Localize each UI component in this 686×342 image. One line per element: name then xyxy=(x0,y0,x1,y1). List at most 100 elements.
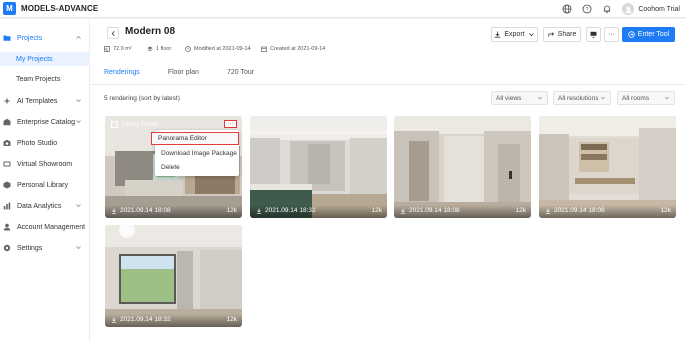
chevron-down-icon xyxy=(76,204,81,208)
rendering-card[interactable]: 2021.09.14 18:32 12k xyxy=(105,225,242,327)
meta-created: Created at 2021-09-14 xyxy=(261,46,325,52)
chevron-down-icon xyxy=(528,33,534,37)
floors-value: 1 floor xyxy=(156,46,172,52)
sidebar-item-label: AI Templates xyxy=(17,97,58,105)
enter-tool-label: Enter Tool xyxy=(637,31,670,38)
menu-item-download-image-package[interactable]: Download Image Package xyxy=(155,147,239,160)
chevron-down-icon xyxy=(665,96,669,100)
created-value: Created at 2021-09-14 xyxy=(270,46,326,52)
present-button[interactable] xyxy=(586,27,601,42)
rendering-thumbnail xyxy=(250,116,387,218)
rendering-card[interactable]: 2021.09.14 18:32 12k xyxy=(250,116,387,218)
sidebar-item-ai-templates[interactable]: AI Templates xyxy=(0,94,90,108)
enter-tool-button[interactable]: Enter Tool xyxy=(622,27,675,42)
date-value: 2021.09.14 18:32 xyxy=(120,316,171,323)
rendering-count: 5 rendering (sort by latest) xyxy=(104,95,180,102)
sidebar-item-label: Data Analytics xyxy=(17,202,62,210)
rooms-filter-label: All rooms xyxy=(622,94,650,102)
card-room-label: Living Room xyxy=(111,121,158,128)
date-value: 2021.09.14 18:32 xyxy=(265,207,316,214)
sidebar-item-label: Projects xyxy=(17,34,43,42)
card-date: 2021.09.14 18:08 xyxy=(400,207,460,214)
download-icon[interactable] xyxy=(400,208,406,214)
back-button[interactable] xyxy=(107,27,119,39)
tab-720-tour[interactable]: 720 Tour xyxy=(227,69,254,85)
card-size: 12k xyxy=(515,207,526,214)
more-button[interactable]: ··· xyxy=(604,27,619,42)
calendar-icon xyxy=(261,46,267,52)
download-icon[interactable] xyxy=(545,208,551,214)
sidebar-item-photo-studio[interactable]: Photo Studio xyxy=(0,136,90,150)
ai-icon xyxy=(3,97,11,105)
bell-icon[interactable] xyxy=(601,4,612,15)
tab-renderings[interactable]: Renderings xyxy=(104,69,140,85)
chevron-down-icon xyxy=(76,120,81,124)
sidebar-item-label: Virtual Showroom xyxy=(17,160,73,168)
export-label: Export xyxy=(504,31,525,38)
chevron-down-icon xyxy=(76,99,81,103)
sidebar-item-virtual-showroom[interactable]: Virtual Showroom xyxy=(0,157,90,171)
avatar[interactable] xyxy=(622,3,635,15)
room-name: Living Room xyxy=(122,121,159,128)
account-icon xyxy=(3,223,11,231)
views-filter-label: All views xyxy=(496,94,522,102)
card-date: 2021.09.14 18:32 xyxy=(256,207,316,214)
chevron-down-icon xyxy=(76,246,81,250)
meta-modified: Modified at 2021-09-14 xyxy=(185,46,251,52)
modified-value: Modified at 2021-09-14 xyxy=(194,46,251,52)
top-bar: M MODELS-ADVANCE ? Coohom Trial xyxy=(0,0,686,18)
rendering-card[interactable]: 2021.09.14 18:08 12k xyxy=(539,116,676,218)
more-dots: ··· xyxy=(227,121,234,127)
chevron-down-icon xyxy=(538,96,542,100)
resolutions-filter[interactable]: All resolutions xyxy=(553,91,611,105)
sidebar-item-label: Personal Library xyxy=(17,181,68,189)
select-checkbox[interactable] xyxy=(111,121,118,128)
sidebar-item-label: Photo Studio xyxy=(17,139,58,147)
sidebar-item-personal-library[interactable]: Personal Library xyxy=(0,178,90,192)
catalog-icon xyxy=(3,118,11,126)
sidebar-item-label: My Projects xyxy=(16,55,53,63)
views-filter[interactable]: All views xyxy=(491,91,548,105)
download-icon[interactable] xyxy=(111,317,117,323)
sidebar-item-label: Settings xyxy=(17,244,43,252)
logo-icon[interactable]: M xyxy=(3,2,16,15)
chevron-left-icon xyxy=(111,30,115,36)
display-icon xyxy=(590,31,597,38)
download-icon[interactable] xyxy=(111,208,117,214)
tool-icon xyxy=(628,31,635,38)
sidebar-item-account-management[interactable]: Account Management xyxy=(0,220,90,234)
download-icon[interactable] xyxy=(256,208,262,214)
sidebar-item-team-projects[interactable]: Team Projects xyxy=(0,72,90,86)
showroom-icon xyxy=(3,160,11,168)
sidebar-item-my-projects[interactable]: My Projects xyxy=(0,52,90,66)
rendering-card[interactable]: 2021.09.14 18:08 12k xyxy=(394,116,531,218)
card-more-button[interactable]: ··· xyxy=(224,120,237,128)
user-name[interactable]: Coohom Trial xyxy=(638,6,680,13)
sidebar-item-data-analytics[interactable]: Data Analytics xyxy=(0,199,90,213)
export-button[interactable]: Export xyxy=(491,27,538,42)
date-value: 2021.09.14 18:08 xyxy=(554,207,605,214)
date-value: 2021.09.14 18:08 xyxy=(409,207,460,214)
meta-floors: 1 floor xyxy=(147,46,171,52)
menu-item-delete[interactable]: Delete xyxy=(155,161,239,174)
help-icon[interactable]: ? xyxy=(581,4,592,15)
chevron-down-icon xyxy=(601,96,605,100)
card-date: 2021.09.14 18:32 xyxy=(111,316,171,323)
settings-icon xyxy=(3,244,11,252)
sidebar-item-settings[interactable]: Settings xyxy=(0,241,90,255)
tab-floor-plan[interactable]: Floor plan xyxy=(168,69,199,85)
sidebar-item-enterprise-catalog[interactable]: Enterprise Catalog xyxy=(0,115,90,129)
globe-icon[interactable] xyxy=(561,4,572,15)
meta-area: 72.9 m² xyxy=(104,46,132,52)
rooms-filter[interactable]: All rooms xyxy=(617,91,675,105)
area-value: 72.9 m² xyxy=(113,46,132,52)
menu-item-panorama-editor[interactable]: Panorama Editor xyxy=(151,132,239,145)
app-name[interactable]: MODELS-ADVANCE xyxy=(21,4,98,13)
svg-text:?: ? xyxy=(585,7,588,13)
share-button[interactable]: Share xyxy=(543,27,581,42)
card-date: 2021.09.14 18:08 xyxy=(545,207,605,214)
analytics-icon xyxy=(3,202,11,210)
share-icon xyxy=(548,32,554,37)
sidebar-item-projects[interactable]: Projects xyxy=(0,31,90,45)
sidebar-item-label: Account Management xyxy=(17,223,86,231)
